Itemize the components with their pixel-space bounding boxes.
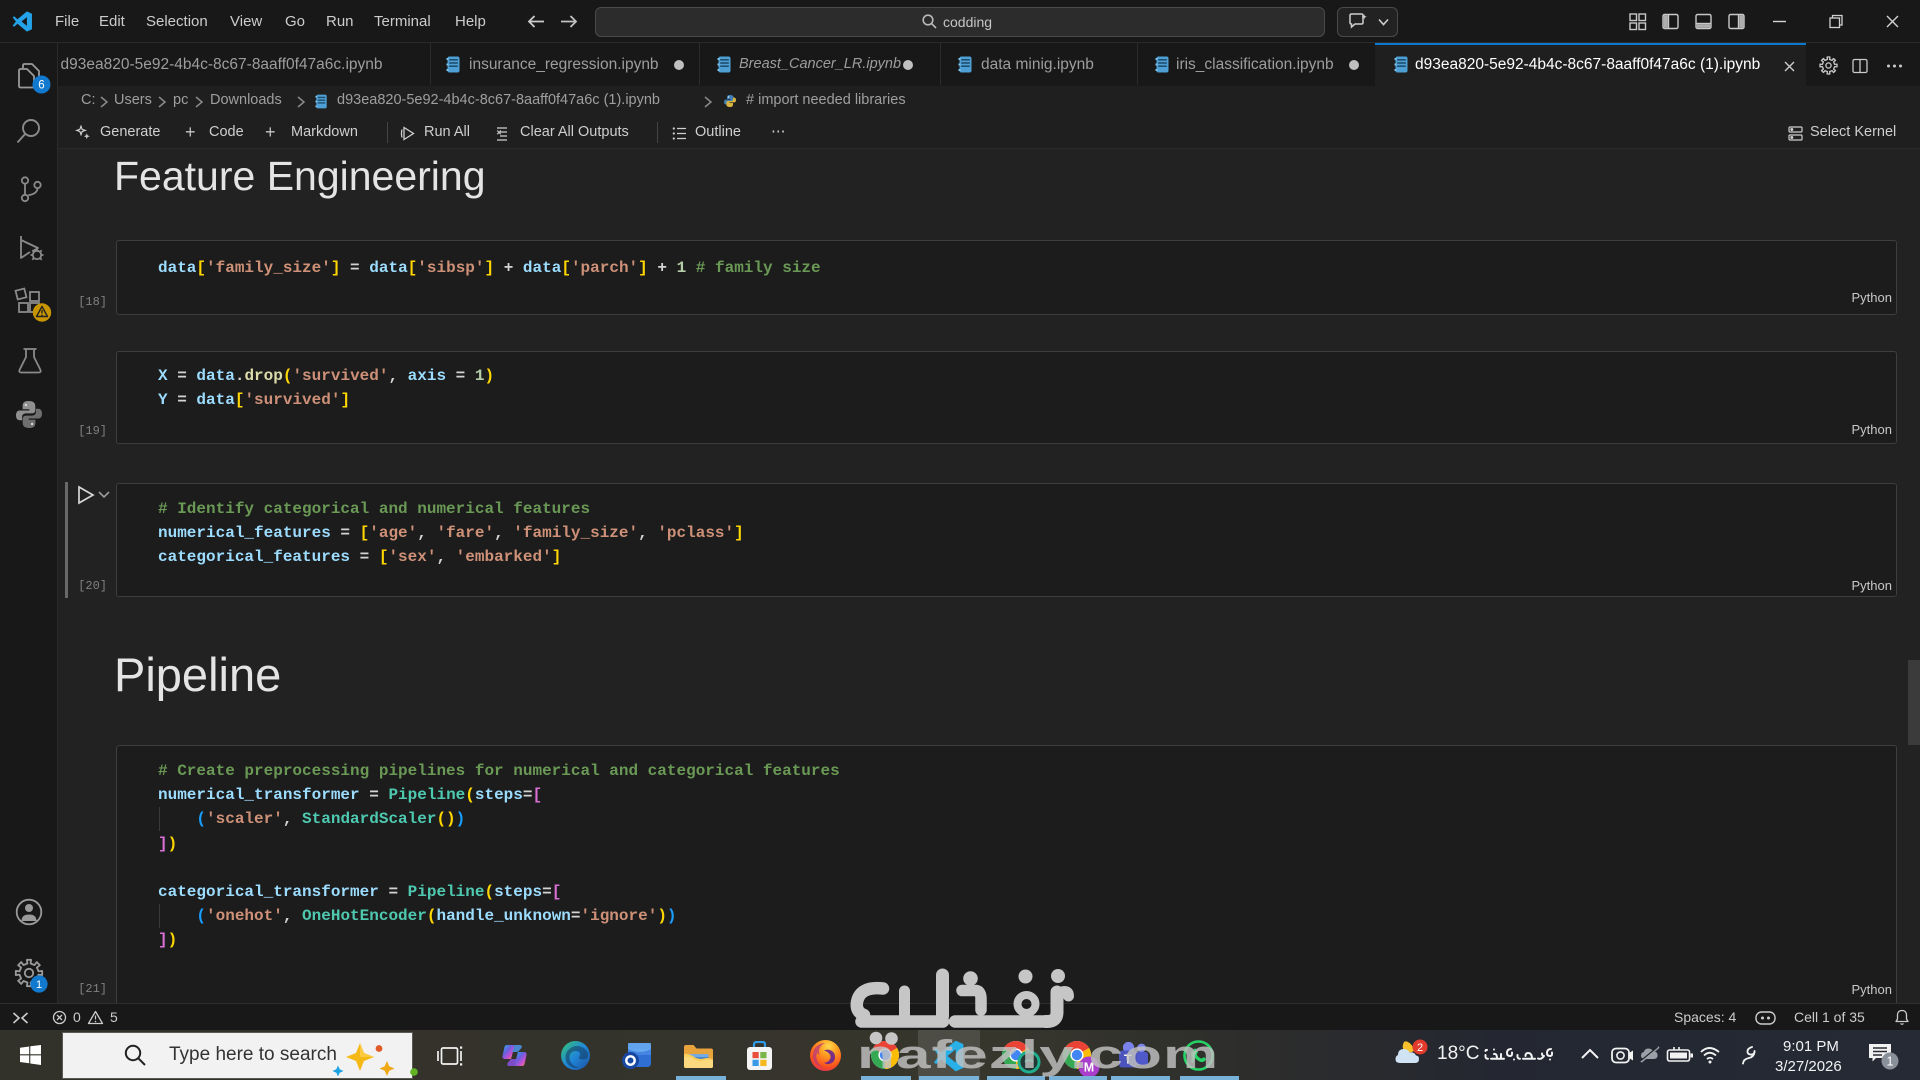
svg-text:2: 2	[1417, 1042, 1423, 1054]
svg-text:T: T	[1124, 1052, 1132, 1067]
svg-text:1: 1	[36, 979, 42, 991]
svg-text:6: 6	[38, 80, 44, 92]
svg-text:1: 1	[1887, 1055, 1894, 1069]
svg-text:M: M	[1084, 1061, 1094, 1075]
